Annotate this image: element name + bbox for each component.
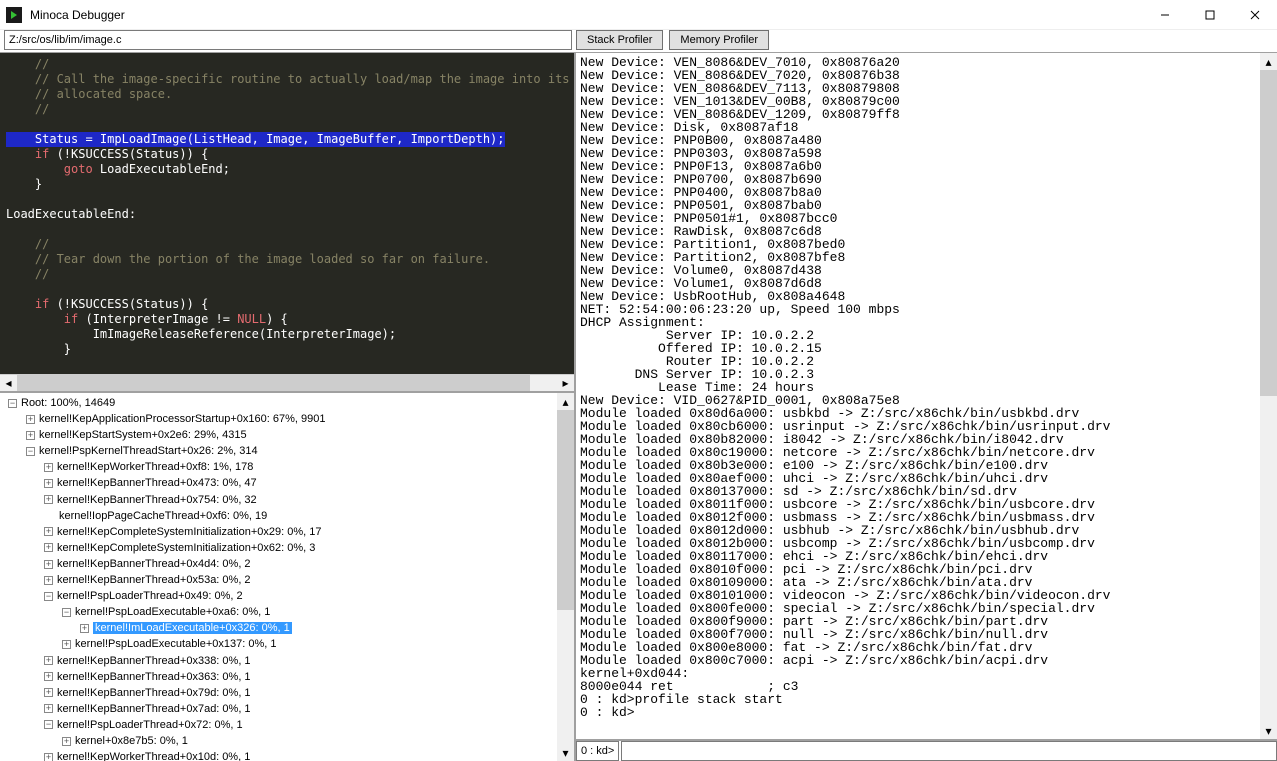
tree-node[interactable]: +kernel!KepBannerThread+0x363: 0%, 1 (0, 669, 574, 685)
source-path-input[interactable] (4, 30, 572, 50)
right-panel: New Device: VEN_8086&DEV_7010, 0x80876a2… (576, 53, 1277, 761)
tree-toggle-icon[interactable]: − (44, 720, 53, 729)
tree-toggle-icon[interactable]: − (8, 399, 17, 408)
tree-toggle-icon[interactable]: + (44, 543, 53, 552)
tree-toggle-icon[interactable]: + (44, 479, 53, 488)
left-panel: // // Call the image-specific routine to… (0, 53, 576, 761)
profiler-tree: −Root: 100%, 14649+kernel!KepApplication… (0, 393, 574, 761)
tree-node[interactable]: +kernel+0x8e7b5: 0%, 1 (0, 733, 574, 749)
tree-toggle-icon[interactable]: + (44, 672, 53, 681)
tree-toggle-icon[interactable]: + (44, 560, 53, 569)
maximize-button[interactable] (1187, 0, 1232, 30)
source-view: // // Call the image-specific routine to… (0, 53, 574, 393)
main-area: // // Call the image-specific routine to… (0, 52, 1277, 761)
tree-toggle-icon[interactable]: + (44, 463, 53, 472)
scroll-down-icon[interactable]: ▾ (1260, 722, 1277, 739)
tree-node[interactable]: +kernel!KepCompleteSystemInitialization+… (0, 524, 574, 540)
tree-toggle-icon[interactable]: + (44, 753, 53, 761)
tree-node[interactable]: +kernel!KepApplicationProcessorStartup+0… (0, 411, 574, 427)
tree-node[interactable]: +kernel!PspLoadExecutable+0x137: 0%, 1 (0, 636, 574, 652)
tree-toggle-icon[interactable]: + (44, 576, 53, 585)
tree-node[interactable]: +kernel!ImLoadExecutable+0x326: 0%, 1 (0, 620, 574, 636)
current-line: Status = ImpLoadImage(ListHead, Image, I… (6, 132, 505, 147)
toolbar: Stack Profiler Memory Profiler (0, 30, 1277, 52)
tree-node[interactable]: +kernel!KepBannerThread+0x79d: 0%, 1 (0, 685, 574, 701)
tree-node[interactable]: −kernel!PspLoadExecutable+0xa6: 0%, 1 (0, 604, 574, 620)
command-input[interactable] (621, 741, 1277, 761)
stack-profiler-button[interactable]: Stack Profiler (576, 30, 663, 50)
scroll-thumb[interactable] (1260, 70, 1277, 396)
tree-toggle-icon[interactable]: + (44, 688, 53, 697)
console-vertical-scrollbar[interactable]: ▴ ▾ (1260, 53, 1277, 739)
tree-node[interactable]: −kernel!PspLoaderThread+0x49: 0%, 2 (0, 588, 574, 604)
scroll-thumb[interactable] (557, 410, 574, 610)
scroll-left-icon[interactable]: ◂ (0, 375, 17, 392)
command-prompt-row: 0 : kd> (576, 739, 1277, 761)
tree-node[interactable]: +kernel!KepBannerThread+0x754: 0%, 32 (0, 492, 574, 508)
tree-toggle-icon[interactable]: + (80, 624, 89, 633)
tree-toggle-icon[interactable]: + (26, 431, 35, 440)
tree-node[interactable]: +kernel!KepWorkerThread+0x10d: 0%, 1 (0, 749, 574, 761)
tree-toggle-icon[interactable]: + (62, 640, 71, 649)
window-title: Minoca Debugger (30, 8, 125, 22)
console-wrap: New Device: VEN_8086&DEV_7010, 0x80876a2… (576, 53, 1277, 739)
close-icon (1250, 10, 1260, 20)
tree-node[interactable]: +kernel!KepBannerThread+0x53a: 0%, 2 (0, 572, 574, 588)
tree-node[interactable]: +kernel!KepBannerThread+0x4d4: 0%, 2 (0, 556, 574, 572)
tree-toggle-icon[interactable]: + (44, 704, 53, 713)
maximize-icon (1205, 10, 1215, 20)
tree-node[interactable]: +kernel!KepBannerThread+0x473: 0%, 47 (0, 475, 574, 491)
tree-node[interactable]: +kernel!KepWorkerThread+0xf8: 1%, 178 (0, 459, 574, 475)
tree-vertical-scrollbar[interactable]: ▴ ▾ (557, 393, 574, 761)
code-editor[interactable]: // // Call the image-specific routine to… (0, 53, 574, 374)
minimize-icon (1160, 10, 1170, 20)
tree-toggle-icon[interactable]: − (26, 447, 35, 456)
tree-toggle-icon[interactable]: + (44, 527, 53, 536)
tree-node[interactable]: +kernel!KepStartSystem+0x2e6: 29%, 4315 (0, 427, 574, 443)
scroll-thumb[interactable] (17, 375, 530, 391)
tree-node[interactable]: +kernel!KepBannerThread+0x7ad: 0%, 1 (0, 701, 574, 717)
scroll-up-icon[interactable]: ▴ (557, 393, 574, 410)
tree-toggle-icon[interactable]: + (62, 737, 71, 746)
tree-node[interactable]: +kernel!KepCompleteSystemInitialization+… (0, 540, 574, 556)
memory-profiler-button[interactable]: Memory Profiler (669, 30, 769, 50)
tree-toggle-icon[interactable]: + (44, 495, 53, 504)
titlebar: Minoca Debugger (0, 0, 1277, 30)
scroll-down-icon[interactable]: ▾ (557, 744, 574, 761)
scroll-up-icon[interactable]: ▴ (1260, 53, 1277, 70)
tree-node[interactable]: −kernel!PspKernelThreadStart+0x26: 2%, 3… (0, 443, 574, 459)
tree-toggle-icon[interactable]: + (26, 415, 35, 424)
tree-toggle-icon[interactable]: − (62, 608, 71, 617)
close-button[interactable] (1232, 0, 1277, 30)
prompt-label: 0 : kd> (576, 741, 619, 761)
scroll-right-icon[interactable]: ▸ (557, 375, 574, 392)
app-icon (6, 7, 22, 23)
console-output[interactable]: New Device: VEN_8086&DEV_7010, 0x80876a2… (576, 53, 1277, 739)
tree-root-node[interactable]: −Root: 100%, 14649 (0, 395, 574, 411)
tree-node[interactable]: +kernel!KepBannerThread+0x338: 0%, 1 (0, 653, 574, 669)
tree-toggle-icon[interactable]: + (44, 656, 53, 665)
tree-toggle-icon[interactable]: − (44, 592, 53, 601)
code-horizontal-scrollbar[interactable]: ◂ ▸ (0, 374, 574, 391)
tree-node[interactable]: −kernel!PspLoaderThread+0x72: 0%, 1 (0, 717, 574, 733)
minimize-button[interactable] (1142, 0, 1187, 30)
tree-node[interactable]: kernel!IopPageCacheThread+0xf6: 0%, 19 (0, 508, 574, 524)
